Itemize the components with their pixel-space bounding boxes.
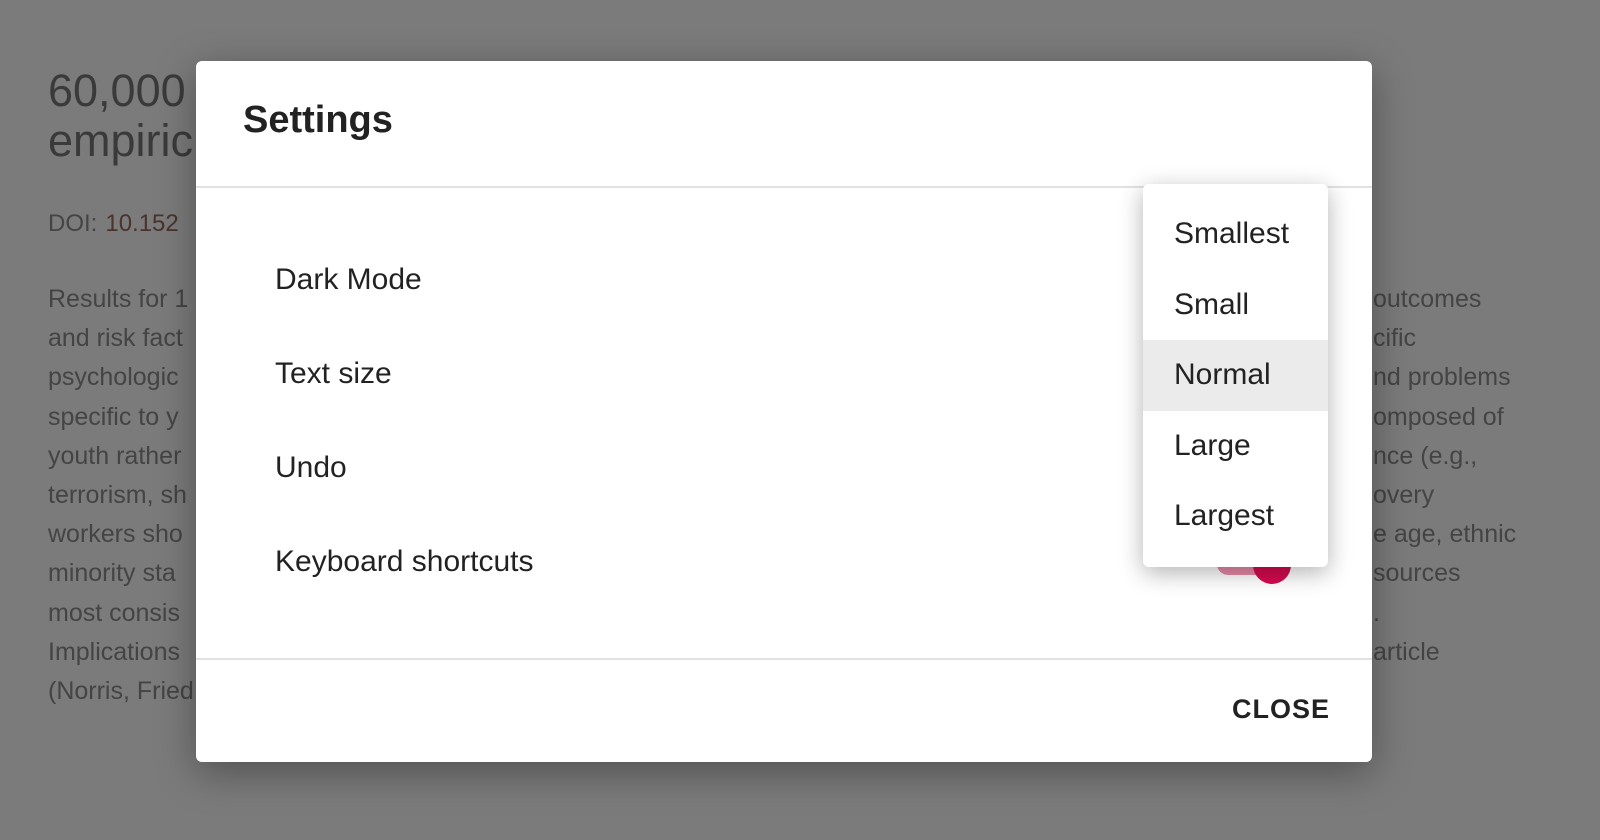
abstract-line: and risk fact <box>48 324 183 353</box>
abstract-line: cific <box>1373 324 1417 353</box>
article-title-line: empiric <box>48 115 194 166</box>
abstract-line: nd problems <box>1373 363 1511 392</box>
text-size-option-largest[interactable]: Largest <box>1143 481 1328 552</box>
abstract-line: workers sho <box>48 520 183 549</box>
abstract-line: overy <box>1373 480 1435 509</box>
abstract-line: psychologic <box>48 363 179 392</box>
abstract-line: e age, ethnic <box>1373 520 1517 549</box>
abstract-line <box>1373 672 1516 711</box>
footer-divider <box>196 658 1372 660</box>
close-button[interactable]: CLOSE <box>1226 693 1336 726</box>
text-size-option-normal[interactable]: Normal <box>1143 340 1328 411</box>
article-abstract-left: Results for 1 and risk fact psychologic spe… <box>48 280 194 711</box>
text-size-menu: Smallest Small Normal Large Largest <box>1143 184 1328 567</box>
abstract-line: Implications <box>48 637 180 666</box>
text-size-option-large[interactable]: Large <box>1143 411 1328 482</box>
abstract-line: nce (e.g., <box>1373 441 1478 470</box>
abstract-line: . <box>1373 598 1380 627</box>
abstract-line: Results for 1 <box>48 285 189 313</box>
setting-undo: Undo <box>275 451 347 484</box>
abstract-line: youth rather <box>48 441 182 470</box>
abstract-line: omposed of <box>1373 402 1504 431</box>
abstract-line: article <box>1373 637 1440 666</box>
abstract-line: outcomes <box>1373 285 1482 313</box>
abstract-line: specific to y <box>48 402 179 431</box>
abstract-line: sources <box>1373 559 1461 588</box>
setting-dark-mode: Dark Mode <box>275 263 422 296</box>
doi-label: DOI: <box>48 210 98 237</box>
text-size-option-small[interactable]: Small <box>1143 270 1328 341</box>
setting-keyboard-shortcuts: Keyboard shortcuts <box>275 545 534 578</box>
setting-text-size: Text size <box>275 357 392 390</box>
abstract-line: minority sta <box>48 559 176 588</box>
abstract-line: most consis <box>48 598 180 627</box>
article-title: 60,000 empiric <box>48 66 193 166</box>
abstract-line: terrorism, sh <box>48 481 187 510</box>
abstract-line: (Norris, Fried <box>48 677 194 706</box>
article-doi: DOI: 10.152 <box>48 210 179 238</box>
doi-link[interactable]: 10.152 <box>105 210 178 237</box>
dialog-title: Settings <box>243 99 393 141</box>
text-size-option-smallest[interactable]: Smallest <box>1143 199 1328 270</box>
article-title-line: 60,000 <box>48 65 186 116</box>
article-abstract-right: outcomes cific nd problems omposed of nce (e… <box>1373 280 1516 711</box>
